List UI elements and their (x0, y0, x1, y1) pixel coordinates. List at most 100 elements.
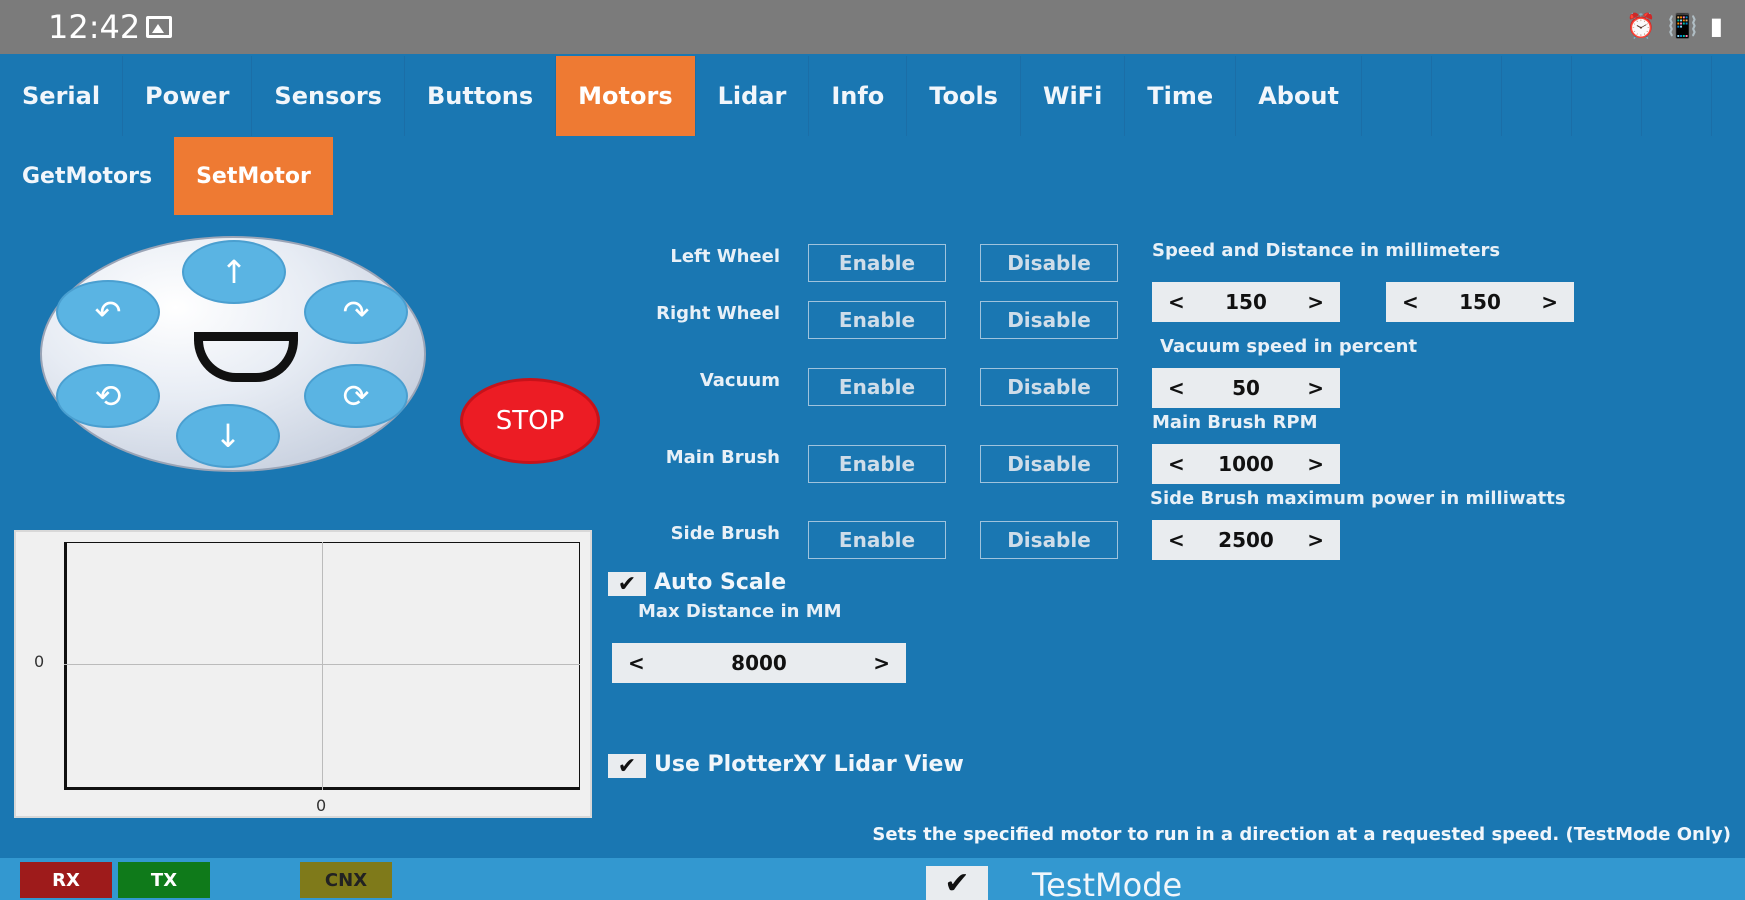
tab-sensors[interactable]: Sensors (252, 56, 405, 136)
auto-scale-checkbox[interactable]: ✔ (608, 571, 646, 597)
arrow-down-icon: ↓ (214, 417, 242, 455)
increment-icon[interactable]: > (1307, 452, 1324, 476)
vacuum-label: Vacuum (699, 370, 780, 391)
increment-icon[interactable]: > (1307, 528, 1324, 552)
increment-icon[interactable]: > (873, 651, 890, 675)
vibrate-icon: 📳 (1667, 12, 1698, 40)
tab-time[interactable]: Time (1125, 56, 1237, 136)
side-brush-enable-button[interactable]: Enable (808, 521, 946, 559)
tab-power[interactable]: Power (123, 56, 253, 136)
tab-info[interactable]: Info (809, 56, 908, 136)
increment-icon[interactable]: > (1307, 376, 1324, 400)
checkmark-icon: ✔ (617, 753, 637, 779)
direction-pad: ↑ ↶ ↷ ⟲ ⟳ ↓ (40, 236, 426, 472)
side-brush-stepper[interactable]: < 2500 > (1152, 520, 1340, 560)
battery-icon: ▮ (1709, 12, 1723, 40)
spin-cw-button[interactable]: ⟳ (304, 364, 408, 428)
tab-motors[interactable]: Motors (556, 56, 696, 136)
main-brush-label: Main Brush (665, 447, 780, 468)
tab-buttons[interactable]: Buttons (405, 56, 557, 136)
max-distance-value: 8000 (731, 651, 787, 675)
side-brush-value: 2500 (1218, 528, 1274, 552)
rotate-right-icon: ↷ (342, 293, 370, 331)
side-brush-disable-button[interactable]: Disable (980, 521, 1118, 559)
help-text: Sets the specified motor to run in a dir… (872, 824, 1731, 845)
left-wheel-enable-button[interactable]: Enable (808, 244, 946, 282)
testmode-label: TestMode (1032, 866, 1183, 900)
system-icons: ⏰ 📳 ▮ (1626, 12, 1723, 40)
tab-about[interactable]: About (1236, 56, 1362, 136)
decrement-icon[interactable]: < (1168, 528, 1185, 552)
status-bar: 12:42 ⏰ 📳 ▮ (0, 0, 1745, 54)
tab-empty (1432, 56, 1502, 136)
main-tabs: Serial Power Sensors Buttons Motors Lida… (0, 56, 1745, 136)
checkmark-icon: ✔ (944, 865, 970, 900)
plot-x-axis-line (64, 664, 580, 665)
main-brush-disable-button[interactable]: Disable (980, 445, 1118, 483)
side-brush-label: Side Brush (670, 523, 780, 544)
increment-icon[interactable]: > (1541, 290, 1558, 314)
left-wheel-label: Left Wheel (670, 246, 780, 267)
tab-lidar[interactable]: Lidar (696, 56, 810, 136)
speed-distance-label: Speed and Distance in millimeters (1152, 240, 1501, 261)
max-distance-label: Max Distance in MM (638, 601, 842, 622)
turn-right-button[interactable]: ↷ (304, 280, 408, 344)
vacuum-stepper[interactable]: < 50 > (1152, 368, 1340, 408)
vacuum-speed-label: Vacuum speed in percent (1160, 336, 1418, 357)
tx-indicator: TX (118, 862, 210, 898)
tab-serial[interactable]: Serial (0, 56, 124, 136)
plotter-view-label: Use PlotterXY Lidar View (654, 752, 964, 777)
decrement-icon[interactable]: < (1402, 290, 1419, 314)
lidar-plot: 0 0 (14, 530, 592, 818)
main-brush-enable-button[interactable]: Enable (808, 445, 946, 483)
decrement-icon[interactable]: < (1168, 376, 1185, 400)
main-brush-stepper[interactable]: < 1000 > (1152, 444, 1340, 484)
main-brush-rpm-label: Main Brush RPM (1152, 412, 1318, 433)
side-brush-power-label: Side Brush maximum power in milliwatts (1150, 488, 1566, 509)
speed-stepper[interactable]: < 150 > (1152, 282, 1340, 322)
right-wheel-disable-button[interactable]: Disable (980, 301, 1118, 339)
decrement-icon[interactable]: < (1168, 290, 1185, 314)
tab-tools[interactable]: Tools (907, 56, 1021, 136)
subtab-setmotor[interactable]: SetMotor (174, 137, 333, 215)
subtab-getmotors[interactable]: GetMotors (0, 137, 174, 215)
vacuum-enable-button[interactable]: Enable (808, 368, 946, 406)
main-brush-value: 1000 (1218, 452, 1274, 476)
distance-stepper[interactable]: < 150 > (1386, 282, 1574, 322)
right-wheel-label: Right Wheel (656, 303, 780, 324)
decrement-icon[interactable]: < (1168, 452, 1185, 476)
forward-button[interactable]: ↑ (182, 240, 286, 304)
left-wheel-disable-button[interactable]: Disable (980, 244, 1118, 282)
rotate-left-icon: ↶ (94, 293, 122, 331)
alarm-icon: ⏰ (1626, 12, 1656, 40)
speed-value: 150 (1225, 290, 1267, 314)
stop-button[interactable]: STOP (460, 378, 600, 464)
tab-empty (1642, 56, 1712, 136)
auto-scale-label: Auto Scale (654, 570, 787, 595)
plot-x-zero-label: 0 (316, 796, 327, 815)
turn-left-button[interactable]: ↶ (56, 280, 160, 344)
robot-icon (194, 332, 298, 382)
plotter-view-checkbox[interactable]: ✔ (608, 753, 646, 779)
rx-indicator: RX (20, 862, 112, 898)
sub-tabs: GetMotors SetMotor (0, 137, 333, 215)
tab-wifi[interactable]: WiFi (1021, 56, 1126, 136)
max-distance-stepper[interactable]: < 8000 > (612, 643, 906, 683)
tab-empty (1502, 56, 1572, 136)
right-wheel-enable-button[interactable]: Enable (808, 301, 946, 339)
spin-cw-icon: ⟳ (342, 377, 370, 415)
plot-y-zero-label: 0 (34, 652, 45, 671)
vacuum-disable-button[interactable]: Disable (980, 368, 1118, 406)
distance-value: 150 (1459, 290, 1501, 314)
spin-ccw-icon: ⟲ (94, 377, 122, 415)
arrow-up-icon: ↑ (220, 253, 248, 291)
backward-button[interactable]: ↓ (176, 404, 280, 468)
vacuum-value: 50 (1232, 376, 1260, 400)
checkmark-icon: ✔ (617, 571, 637, 597)
spin-ccw-button[interactable]: ⟲ (56, 364, 160, 428)
clock: 12:42 (48, 8, 141, 46)
tab-empty (1572, 56, 1642, 136)
testmode-checkbox[interactable]: ✔ (926, 866, 988, 900)
decrement-icon[interactable]: < (628, 651, 645, 675)
increment-icon[interactable]: > (1307, 290, 1324, 314)
